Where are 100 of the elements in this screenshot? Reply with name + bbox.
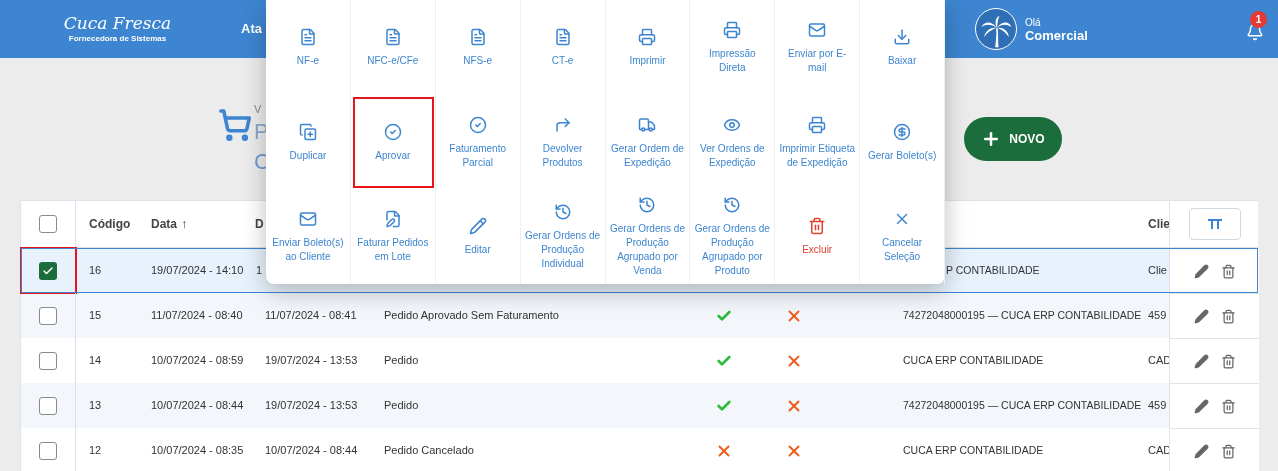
menu-item[interactable]: Baixar xyxy=(860,0,945,95)
delete-icon[interactable] xyxy=(1220,353,1236,369)
column-header[interactable]: Código xyxy=(76,215,139,233)
table-cell-text: 1 xyxy=(255,263,263,279)
delete-icon[interactable] xyxy=(1220,308,1236,324)
table-cell-text: 13 xyxy=(88,398,103,414)
table-cell-text: 12 xyxy=(88,443,103,459)
document-icon xyxy=(553,27,572,46)
menu-item[interactable]: CT-e xyxy=(520,0,606,95)
printer-icon xyxy=(723,20,742,39)
checkbox[interactable] xyxy=(39,441,57,460)
user-name: Comercial xyxy=(1024,29,1088,42)
table-cell-text: 19/07/2024 - 14:10 xyxy=(150,263,245,279)
delete-icon[interactable] xyxy=(1220,263,1236,279)
menu-item[interactable]: Excluir xyxy=(775,190,861,284)
table-cell-text: Pedido xyxy=(383,353,420,369)
table-cell-text: 14 xyxy=(88,353,103,369)
column-header[interactable]: Clie xyxy=(1136,215,1169,233)
table-row[interactable]: 13 10/07/2024 - 08:44 19/07/2024 - 13:53 Pedido 74272048000195 — CUCA ERP CONTABILIDADE 459 xyxy=(21,383,1258,428)
table-cell-text: CUCA ERP CONTABILIDADE xyxy=(902,352,1044,368)
clock-icon xyxy=(723,196,742,214)
pencil-icon xyxy=(468,217,487,235)
menu-item[interactable]: Aprovar xyxy=(350,95,436,190)
table-cell-text: 10/07/2024 - 08:44 xyxy=(150,398,245,414)
table-cell-text: 74272048000195 — CUCA ERP CONTABILIDADE xyxy=(902,397,1142,413)
menu-item[interactable]: Cancelar Seleção xyxy=(860,190,945,284)
menu-item[interactable]: Ver Ordens de Expedição xyxy=(690,95,776,190)
table-cell-text: 19/07/2024 - 13:53 xyxy=(264,353,358,369)
printer-icon xyxy=(808,115,827,134)
table-cell-text: 10/07/2024 - 08:59 xyxy=(150,353,245,369)
menu-item[interactable]: Imprimir Etiqueta de Expedição xyxy=(775,95,861,190)
menu-item[interactable]: Gerar Boleto(s) xyxy=(860,95,945,190)
clock-icon xyxy=(638,196,657,214)
edit-icon[interactable] xyxy=(1193,398,1209,414)
avatar[interactable] xyxy=(974,8,1017,50)
trash-icon xyxy=(808,217,827,235)
checkbox[interactable] xyxy=(39,261,57,280)
edit-icon[interactable] xyxy=(1193,308,1209,324)
menu-item[interactable]: Imprimir xyxy=(605,0,691,95)
table-cell-text: 19/07/2024 - 13:53 xyxy=(264,398,358,414)
menu-item[interactable]: Enviar por E-mail xyxy=(775,0,861,95)
menu-item[interactable]: Faturar Pedidos em Lote xyxy=(350,190,436,284)
clock-icon xyxy=(553,203,572,221)
checkbox[interactable] xyxy=(39,396,57,415)
new-button[interactable]: NOVO xyxy=(964,117,1062,161)
notification-badge: 1 xyxy=(1250,11,1267,28)
checkbox[interactable] xyxy=(39,351,57,370)
table-cell-text: 74272048000195 — CUCA ERP CONTABILIDADE xyxy=(902,307,1142,323)
table-cell-text: P CONTABILIDADE xyxy=(945,262,1040,278)
menu-item[interactable]: Enviar Boleto(s) ao Cliente xyxy=(266,190,351,284)
table-cell-text: 15 xyxy=(88,308,103,324)
document-icon xyxy=(383,27,402,46)
printer-icon xyxy=(638,27,657,46)
table-cell-text: 10/07/2024 - 08:44 xyxy=(264,443,358,459)
table-cell-text: Pedido Aprovado Sem Faturamento xyxy=(383,308,560,324)
columns-icon xyxy=(1206,218,1223,230)
dollar-icon xyxy=(893,122,912,141)
menu-item[interactable]: NF-e xyxy=(266,0,351,95)
table-cell-text: 11/07/2024 - 08:41 xyxy=(264,308,357,324)
menu-item[interactable]: Editar xyxy=(435,190,521,284)
table-cell-text: CUCA ERP CONTABILIDADE xyxy=(902,442,1044,458)
checkbox[interactable] xyxy=(39,306,57,325)
delete-icon[interactable] xyxy=(1220,443,1236,459)
logo[interactable]: Cuca Fresca xyxy=(63,13,172,33)
menu-item[interactable]: Devolver Produtos xyxy=(520,95,606,190)
check-circle-icon xyxy=(383,122,402,141)
notification-icon[interactable] xyxy=(1246,23,1264,41)
table-cell-text: Pedido Cancelado xyxy=(383,443,475,459)
table-cell-text: 10/07/2024 - 08:35 xyxy=(150,443,245,459)
table-cell-text: Clie xyxy=(1147,263,1168,279)
table-cell-text: 16 xyxy=(88,263,103,279)
menu-item[interactable]: Duplicar xyxy=(266,95,351,190)
table-cell-text: Pedido xyxy=(383,398,420,414)
checkbox[interactable] xyxy=(39,215,57,233)
column-settings-button[interactable] xyxy=(1188,208,1241,240)
column-header[interactable]: Data xyxy=(151,215,177,233)
menu-item[interactable]: Gerar Ordens de Produção Agrupado por Produto xyxy=(690,190,776,284)
check-circle-icon xyxy=(468,115,487,134)
menu-item[interactable]: Faturamento Parcial xyxy=(435,95,521,190)
document-icon xyxy=(298,27,317,46)
delete-icon[interactable] xyxy=(1220,398,1236,414)
curved-arrow-icon xyxy=(553,115,572,134)
menu-item[interactable]: NFC-e/CFe xyxy=(350,0,436,95)
table-row[interactable]: 15 11/07/2024 - 08:40 11/07/2024 - 08:41 Pedido Aprovado Sem Faturamento 74272048000195 — CUCA ERP CONTABILIDADE 459 xyxy=(21,293,1258,338)
duplicate-icon xyxy=(298,122,317,141)
menu-item[interactable]: Gerar Ordens de Produção Individual xyxy=(520,190,606,284)
edit-icon[interactable] xyxy=(1193,443,1209,459)
edit-icon[interactable] xyxy=(1193,353,1209,369)
check-icon xyxy=(42,264,54,277)
menu-item[interactable]: Impressão Direta xyxy=(690,0,776,95)
menu-item[interactable]: Gerar Ordem de Expedição xyxy=(605,95,691,190)
sort-arrow[interactable]: ↑ xyxy=(181,214,188,234)
edit-icon[interactable] xyxy=(1193,263,1209,279)
menu-item[interactable]: Gerar Ordens de Produção Agrupado por Venda xyxy=(605,190,691,284)
nav-link[interactable]: Ata xyxy=(241,19,262,39)
file-pen-icon xyxy=(383,210,402,228)
greeting: Olá xyxy=(1024,16,1042,29)
logo-tagline: Fornecedora de Sistemas xyxy=(68,33,167,45)
mail-icon xyxy=(298,210,317,228)
menu-item[interactable]: NFS-e xyxy=(435,0,521,95)
